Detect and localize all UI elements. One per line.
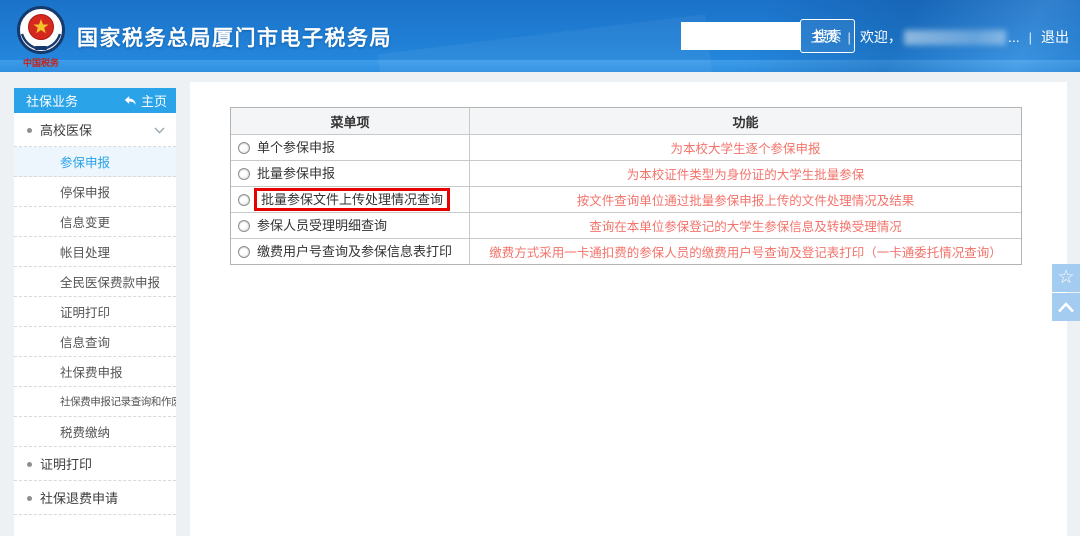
bullet-icon — [27, 462, 32, 467]
function-cell: 缴费方式采用一卡通扣费的参保人员的缴费用户号查询及登记表打印（一卡通委托情况查询… — [470, 239, 1021, 264]
sidebar-item-label: 高校医保 — [40, 123, 93, 138]
welcome-label: 欢迎， — [859, 29, 902, 45]
function-cell: 查询在本单位参保登记的大学生参保信息及转换受理情况 — [470, 213, 1021, 238]
sidebar-item[interactable]: 信息变更 — [14, 207, 176, 237]
sidebar-item[interactable]: 社保退费申请 — [14, 481, 176, 515]
back-arrow-icon — [124, 96, 136, 105]
search-input[interactable] — [681, 22, 800, 50]
table-row: 批量参保文件上传处理情况查询 按文件查询单位通过批量参保申报上传的文件处理情况及结… — [231, 186, 1021, 212]
function-text: 缴费方式采用一卡通扣费的参保人员的缴费用户号查询及登记表打印（一卡通委托情况查询… — [489, 246, 1002, 260]
menu-item-label[interactable]: 缴费用户号查询及参保信息表打印 — [257, 243, 452, 260]
function-cell: 按文件查询单位通过批量参保申报上传的文件处理情况及结果 — [470, 187, 1021, 212]
sidebar: 社保业务 主页 高校医保 参保申报 停保申报 信息变更 帐目处理 全民医保费款申报 证明打印… — [14, 88, 176, 536]
sidebar-item[interactable]: 参保申报 — [14, 147, 176, 177]
menu-header-cell: 菜单项 — [231, 108, 470, 134]
menu-cell: 缴费用户号查询及参保信息表打印 — [231, 239, 470, 264]
radio-button[interactable] — [238, 167, 250, 180]
sidebar-menu: 高校医保 参保申报 停保申报 信息变更 帐目处理 全民医保费款申报 证明打印 信息查询 社保费申… — [14, 113, 176, 515]
sidebar-item[interactable]: 证明打印 — [14, 297, 176, 327]
chevron-up-icon — [1058, 302, 1074, 313]
sidebar-item[interactable]: 高校医保 — [14, 113, 176, 147]
favorite-button[interactable]: ☆ — [1052, 264, 1080, 292]
tax-emblem-logo: 中国税务 — [17, 6, 65, 68]
sidebar-item-label: 信息变更 — [60, 216, 111, 230]
function-text: 为本校证件类型为身份证的大学生批量参保 — [626, 168, 865, 182]
chevron-down-icon — [154, 127, 165, 134]
welcome-text: 欢迎， ... — [860, 27, 1020, 47]
menu-cell: 单个参保申报 — [231, 135, 470, 160]
function-cell: 为本校证件类型为身份证的大学生批量参保 — [470, 161, 1021, 186]
menu-cell: 参保人员受理明细查询 — [231, 213, 470, 238]
radio-button[interactable] — [238, 193, 250, 206]
sidebar-item-label: 证明打印 — [60, 306, 111, 320]
function-text: 按文件查询单位通过批量参保申报上传的文件处理情况及结果 — [576, 194, 915, 208]
sidebar-home-link[interactable]: 主页 — [123, 91, 167, 110]
function-cell: 为本校大学生逐个参保申报 — [470, 135, 1021, 160]
table-row: 缴费用户号查询及参保信息表打印 缴费方式采用一卡通扣费的参保人员的缴费用户号查询及… — [231, 238, 1021, 264]
sidebar-item-label: 社保费申报 — [60, 366, 123, 380]
function-header-cell: 功能 — [470, 108, 1021, 134]
sidebar-item-label: 税费缴纳 — [60, 426, 111, 440]
radio-button[interactable] — [238, 219, 250, 232]
function-table: 菜单项 功能 单个参保申报 为本校大学生逐个参保申报批量参保申报 为本校证件类型为身… — [230, 107, 1022, 265]
menu-item-label[interactable]: 批量参保文件上传处理情况查询 — [254, 188, 451, 211]
floating-toolbar: ☆ — [1052, 264, 1080, 321]
sidebar-item-label: 帐目处理 — [60, 246, 111, 260]
sidebar-header: 社保业务 主页 — [14, 88, 176, 113]
sidebar-item-label: 全民医保费款申报 — [60, 276, 161, 290]
sidebar-title: 社保业务 — [26, 94, 79, 109]
sidebar-item-label: 证明打印 — [40, 457, 93, 472]
sidebar-item-label: 参保申报 — [60, 156, 111, 170]
sidebar-item[interactable]: 全民医保费款申报 — [14, 267, 176, 297]
menu-cell: 批量参保申报 — [231, 161, 470, 186]
table-row: 批量参保申报 为本校证件类型为身份证的大学生批量参保 — [231, 160, 1021, 186]
menu-item-label[interactable]: 单个参保申报 — [257, 139, 335, 156]
sidebar-item[interactable]: 信息查询 — [14, 327, 176, 357]
radio-button[interactable] — [238, 141, 250, 154]
star-icon: ☆ — [1057, 266, 1075, 288]
sidebar-item-label: 社保退费申请 — [40, 491, 119, 506]
menu-item-label[interactable]: 批量参保申报 — [257, 165, 335, 182]
radio-button[interactable] — [238, 245, 250, 258]
main-content: 菜单项 功能 单个参保申报 为本校大学生逐个参保申报批量参保申报 为本校证件类型为身… — [190, 82, 1067, 536]
logout-link[interactable]: 退出 — [1041, 27, 1069, 47]
sidebar-item-label: 停保申报 — [60, 186, 111, 200]
menu-item-label[interactable]: 参保人员受理明细查询 — [257, 217, 387, 234]
nav-separator: | — [847, 29, 851, 45]
header-nav: 主页 | 欢迎， ... | 退出 — [811, 27, 1069, 47]
bullet-icon — [27, 496, 32, 501]
bullet-icon — [27, 128, 32, 133]
table-row: 单个参保申报 为本校大学生逐个参保申报 — [231, 134, 1021, 160]
sidebar-item[interactable]: 社保费申报 — [14, 357, 176, 387]
sidebar-item-label: 信息查询 — [60, 336, 111, 350]
sidebar-item[interactable]: 停保申报 — [14, 177, 176, 207]
sidebar-item-label: 社保费申报记录查询和作废 — [60, 396, 176, 408]
nav-separator: | — [1028, 29, 1032, 45]
menu-column-header: 菜单项 — [330, 114, 370, 130]
sidebar-item[interactable]: 税费缴纳 — [14, 417, 176, 447]
welcome-ellipsis: ... — [1007, 29, 1020, 45]
sidebar-item[interactable]: 帐目处理 — [14, 237, 176, 267]
header-background-decoration — [377, 14, 713, 72]
function-text: 为本校大学生逐个参保申报 — [670, 142, 821, 156]
page-title: 国家税务总局厦门市电子税务局 — [77, 27, 392, 50]
function-text: 查询在本单位参保登记的大学生参保信息及转换受理情况 — [589, 220, 902, 234]
app-header: 中国税务 国家税务总局厦门市电子税务局 搜索 主页 | 欢迎， ... | 退出 — [0, 0, 1080, 72]
function-column-header: 功能 — [732, 114, 759, 130]
table-row: 参保人员受理明细查询 查询在本单位参保登记的大学生参保信息及转换受理情况 — [231, 212, 1021, 238]
scroll-to-top-button[interactable] — [1052, 293, 1080, 321]
home-link[interactable]: 主页 — [811, 27, 839, 47]
sidebar-home-label: 主页 — [140, 94, 167, 109]
sidebar-item[interactable]: 社保费申报记录查询和作废 — [14, 387, 176, 417]
redacted-username — [903, 29, 1006, 45]
menu-cell: 批量参保文件上传处理情况查询 — [231, 187, 470, 212]
table-header-row: 菜单项 功能 — [231, 108, 1021, 134]
logo-ribbon-text: 中国税务 — [23, 57, 60, 68]
function-table-body: 单个参保申报 为本校大学生逐个参保申报批量参保申报 为本校证件类型为身份证的大学生批… — [231, 134, 1021, 264]
sidebar-item[interactable]: 证明打印 — [14, 447, 176, 481]
